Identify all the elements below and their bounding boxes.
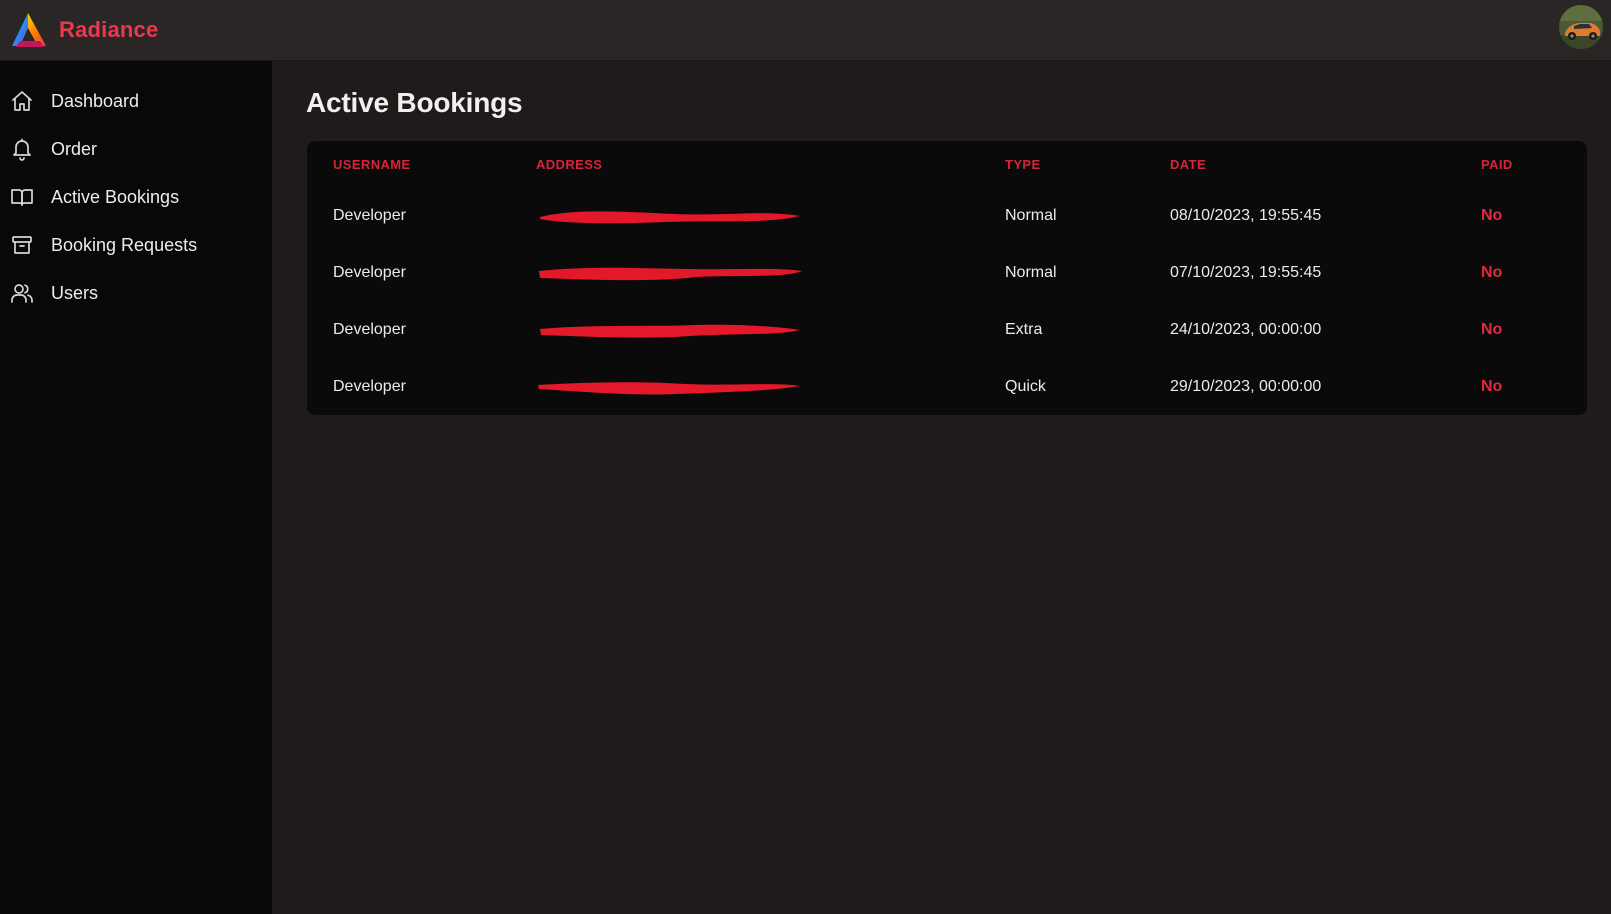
archive-icon <box>10 233 34 257</box>
sidebar-item-label: Order <box>51 138 98 159</box>
cell-username: Developer <box>333 263 406 281</box>
app-name: Radiance <box>59 17 159 42</box>
top-bar: Radiance <box>0 0 1611 61</box>
table-row[interactable]: Developer Extra 24/10/2023, 00:00:00 No <box>307 301 1587 358</box>
cell-date: 29/10/2023, 00:00:00 <box>1170 377 1322 395</box>
sidebar-item-users[interactable]: Users <box>0 269 272 317</box>
bell-icon <box>10 137 34 161</box>
cell-type: Quick <box>1005 377 1046 395</box>
cell-type: Normal <box>1005 263 1057 281</box>
column-header-paid[interactable]: PAID <box>1481 141 1587 187</box>
bookings-table-card: USERNAME ADDRESS TYPE DATE PAID Develope… <box>307 141 1587 415</box>
cell-paid-status: No <box>1481 320 1503 338</box>
user-avatar[interactable] <box>1559 5 1603 49</box>
sidebar-item-label: Dashboard <box>51 90 140 111</box>
redacted-address-scribble <box>540 324 800 338</box>
avatar-image <box>1559 5 1603 49</box>
table-row[interactable]: Developer Normal 07/10/2023, 19:55:45 No <box>307 244 1587 301</box>
sidebar-item-active-bookings[interactable]: Active Bookings <box>0 173 272 221</box>
main-content: Active Bookings USERNAME ADDRESS TYPE DA… <box>272 61 1611 914</box>
cell-address <box>536 358 1005 415</box>
sidebar-item-label: Active Bookings <box>51 186 180 207</box>
sidebar-nav: Dashboard Order Active Bookings Booking … <box>0 61 272 914</box>
table-header-row: USERNAME ADDRESS TYPE DATE PAID <box>307 141 1587 187</box>
redacted-address-scribble <box>540 210 800 223</box>
cell-username: Developer <box>333 320 406 338</box>
cell-paid-status: No <box>1481 377 1503 395</box>
sidebar-item-label: Users <box>51 282 99 303</box>
cell-type: Normal <box>1005 206 1057 224</box>
cell-paid-status: No <box>1481 206 1503 224</box>
redacted-address-scribble <box>538 381 800 395</box>
radiance-logo-icon <box>12 13 46 47</box>
brand-home-link[interactable]: Radiance <box>8 0 158 60</box>
redacted-address-scribble <box>539 267 802 280</box>
sidebar-item-label: Booking Requests <box>51 234 198 255</box>
book-open-icon <box>10 185 34 209</box>
cell-type: Extra <box>1005 320 1043 338</box>
cell-address <box>536 187 1005 244</box>
cell-username: Developer <box>333 377 406 395</box>
column-header-username[interactable]: USERNAME <box>307 141 536 187</box>
column-header-type[interactable]: TYPE <box>1005 141 1170 187</box>
page-title: Active Bookings <box>306 87 523 118</box>
cell-username: Developer <box>333 206 406 224</box>
column-header-address[interactable]: ADDRESS <box>536 141 1005 187</box>
sidebar-item-dashboard[interactable]: Dashboard <box>0 77 272 125</box>
home-icon <box>10 89 34 113</box>
sidebar-item-booking-requests[interactable]: Booking Requests <box>0 221 272 269</box>
cell-date: 08/10/2023, 19:55:45 <box>1170 206 1322 224</box>
column-header-date[interactable]: DATE <box>1170 141 1481 187</box>
users-icon <box>10 281 34 305</box>
cell-address <box>536 301 1005 358</box>
sidebar-item-order[interactable]: Order <box>0 125 272 173</box>
cell-date: 07/10/2023, 19:55:45 <box>1170 263 1322 281</box>
cell-address <box>536 244 1005 301</box>
table-row[interactable]: Developer Normal 08/10/2023, 19:55:45 No <box>307 187 1587 244</box>
cell-paid-status: No <box>1481 263 1503 281</box>
cell-date: 24/10/2023, 00:00:00 <box>1170 320 1322 338</box>
bookings-table: USERNAME ADDRESS TYPE DATE PAID Develope… <box>307 141 1587 415</box>
table-row[interactable]: Developer Quick 29/10/2023, 00:00:00 No <box>307 358 1587 415</box>
